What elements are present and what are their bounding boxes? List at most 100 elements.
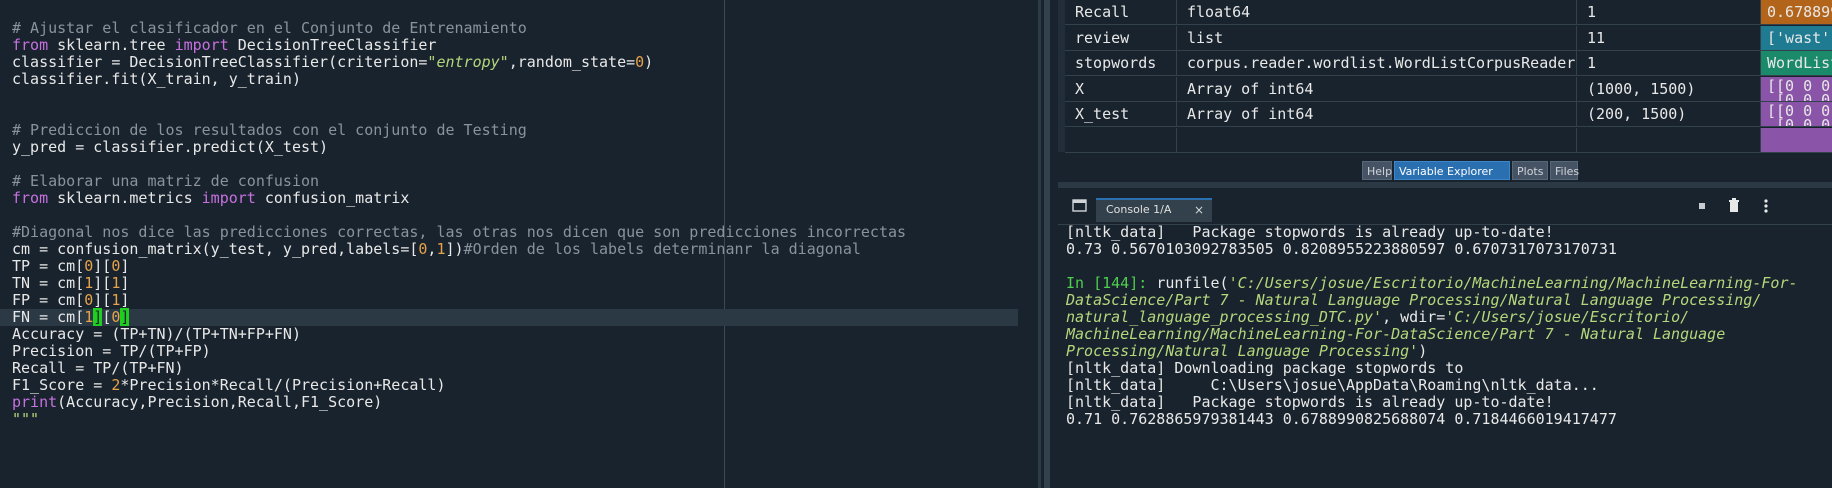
splitter-grip: [1038, 0, 1041, 488]
editor-line[interactable]: print(Accuracy,Precision,Recall,F1_Score…: [0, 394, 1018, 411]
console-line: natural_language_processing_DTC.py', wdi…: [1066, 309, 1826, 326]
splitter-bar: [1044, 0, 1050, 488]
vertical-splitter[interactable]: [1036, 0, 1058, 488]
code-token: classifier.fit(X_train, y_train): [12, 70, 301, 88]
pane-tab-bar: Help Variable Explorer Plots Files: [1058, 158, 1832, 182]
editor-scrollbar[interactable]: [1018, 0, 1036, 488]
variable-explorer-pane: Recallfloat6410.6788990825...reviewlist1…: [1058, 0, 1832, 156]
code-token: Accuracy = (TP+TN)/(TP+TN+FP+FN): [12, 325, 301, 343]
code-token: Precision = TP/(TP+FP): [12, 342, 211, 360]
code-token: 0.71 0.7628865979381443 0.67889908256880…: [1066, 410, 1617, 428]
code-token: #Orden de los labels determinanr la diag…: [463, 240, 861, 258]
close-icon[interactable]: ×: [1194, 200, 1204, 220]
code-token: # Elaborar una matriz de confusion: [12, 172, 320, 190]
tab-console-1a[interactable]: Console 1/A ×: [1096, 198, 1212, 222]
variable-table[interactable]: Recallfloat6410.6788990825...reviewlist1…: [1065, 0, 1832, 153]
editor-line[interactable]: TN = cm[1][1]: [0, 275, 1018, 292]
editor-line[interactable]: [0, 207, 1018, 224]
code-token: TN = cm[: [12, 274, 85, 292]
code-token: ): [644, 53, 654, 71]
code-token: print: [12, 393, 58, 411]
editor-line[interactable]: Recall = TP/(TP+FN): [0, 360, 1018, 377]
variable-explorer-gutter: [1058, 0, 1065, 152]
editor-line[interactable]: Precision = TP/(TP+FP): [0, 343, 1018, 360]
variable-size-cell: 1: [1577, 0, 1761, 25]
editor-line[interactable]: """: [0, 411, 1018, 428]
trash-icon[interactable]: [1726, 198, 1742, 214]
options-menu-icon[interactable]: [1758, 198, 1774, 214]
code-token: sklearn.tree: [48, 36, 175, 54]
editor-line[interactable]: #Diagonal nos dice las predicciones corr…: [0, 224, 1018, 241]
editor-line[interactable]: [0, 3, 1018, 20]
tab-help[interactable]: Help: [1362, 161, 1392, 180]
editor-line[interactable]: classifier.fit(X_train, y_train): [0, 71, 1018, 88]
code-token: from: [12, 189, 49, 207]
code-token: [: [102, 308, 112, 326]
editor-line[interactable]: # Elaborar una matriz de confusion: [0, 173, 1018, 190]
tab-variable-explorer[interactable]: Variable Explorer: [1394, 161, 1510, 180]
variable-row[interactable]: [1065, 128, 1832, 152]
console-line: [nltk_data] Downloading package stopword…: [1066, 360, 1826, 377]
window-icon[interactable]: [1072, 198, 1088, 212]
code-token: ]: [120, 308, 130, 326]
code-token: natural_language_processing_DTC.py': [1066, 308, 1383, 326]
code-token: ]): [445, 240, 464, 258]
code-token: cm = confusion_matrix(y_test, y_pred,lab…: [12, 240, 419, 258]
variable-size-cell: 1: [1577, 51, 1761, 76]
stop-icon[interactable]: [1694, 198, 1710, 214]
variable-name-cell: X_test: [1065, 102, 1177, 127]
editor-line[interactable]: [0, 88, 1018, 105]
variable-size-cell: (200, 1500): [1577, 102, 1761, 127]
editor-line-current[interactable]: FN = cm[1][0]: [0, 308, 1018, 326]
editor-line[interactable]: F1_Score = 2*Precision*Recall/(Precision…: [0, 377, 1018, 394]
editor-line[interactable]: # Ajustar el clasificador en el Conjunto…: [0, 20, 1018, 37]
code-token: TP = cm[: [12, 257, 85, 275]
editor-line[interactable]: from sklearn.tree import DecisionTreeCla…: [0, 37, 1018, 54]
editor-line[interactable]: classifier = DecisionTreeClassifier(crit…: [0, 54, 1018, 71]
variable-name-cell: Recall: [1065, 0, 1177, 25]
tab-files[interactable]: Files: [1550, 161, 1579, 180]
variable-type-cell: Array of int64: [1177, 102, 1577, 127]
variable-value-cell: 0.6788990825...: [1761, 0, 1832, 25]
console-line: [nltk_data] Package stopwords is already…: [1066, 224, 1826, 241]
code-token: ,random_state=: [508, 53, 636, 71]
console-toolbar: Console 1/A ×: [1058, 188, 1832, 225]
editor-line[interactable]: TP = cm[0][0]: [0, 258, 1018, 275]
code-token: (Accuracy,Precision,Recall,F1_Score): [57, 393, 383, 411]
variable-size-cell: [1577, 128, 1761, 152]
code-token: [nltk_data] Package stopwords is already…: [1066, 393, 1554, 411]
code-token: ]: [93, 308, 103, 326]
code-token: DecisionTreeClassifier: [228, 36, 437, 54]
code-token: 144: [1102, 274, 1130, 292]
code-token: 0: [635, 53, 645, 71]
console-output[interactable]: [nltk_data] Package stopwords is already…: [1058, 224, 1832, 488]
editor-line[interactable]: FP = cm[0][1]: [0, 292, 1018, 309]
code-token: 1: [84, 274, 94, 292]
spyder-ide-window: # Ajustar el clasificador en el Conjunto…: [0, 0, 1832, 488]
code-editor[interactable]: # Ajustar el clasificador en el Conjunto…: [0, 0, 1036, 488]
variable-value-cell: WordListCorp...: [1761, 51, 1832, 76]
code-token: ][: [93, 257, 112, 275]
editor-line[interactable]: y_pred = classifier.predict(X_test): [0, 139, 1018, 156]
code-token: import: [201, 189, 256, 207]
variable-value-cell: ['wast', 'en...: [1761, 26, 1832, 51]
variable-type-cell: Array of int64: [1177, 77, 1577, 102]
code-token: # Ajustar el clasificador en el Conjunto…: [12, 19, 527, 37]
code-token: Processing/Natural Language Processing': [1066, 342, 1419, 360]
editor-line[interactable]: from sklearn.metrics import confusion_ma…: [0, 190, 1018, 207]
variable-type-cell: corpus.reader.wordlist.WordListCorpusRea…: [1177, 51, 1577, 76]
tab-plots[interactable]: Plots: [1512, 161, 1548, 180]
variable-name-cell: [1065, 128, 1177, 152]
code-token: Recall = TP/(TP+FN): [12, 359, 184, 377]
editor-line[interactable]: [0, 156, 1018, 173]
console-line: 0.73 0.5670103092783505 0.82089552238805…: [1066, 241, 1826, 258]
editor-line[interactable]: cm = confusion_matrix(y_test, y_pred,lab…: [0, 241, 1018, 258]
editor-line[interactable]: Accuracy = (TP+TN)/(TP+TN+FP+FN): [0, 326, 1018, 343]
variable-size-cell: (1000, 1500): [1577, 77, 1761, 102]
code-token: # Prediccion de los resultados con el co…: [12, 121, 527, 139]
variable-size-cell: 11: [1577, 26, 1761, 51]
editor-line[interactable]: # Prediccion de los resultados con el co…: [0, 122, 1018, 139]
code-token: [nltk_data] Package stopwords is already…: [1066, 224, 1554, 241]
code-token: ]:: [1129, 274, 1157, 292]
editor-line[interactable]: [0, 105, 1018, 122]
